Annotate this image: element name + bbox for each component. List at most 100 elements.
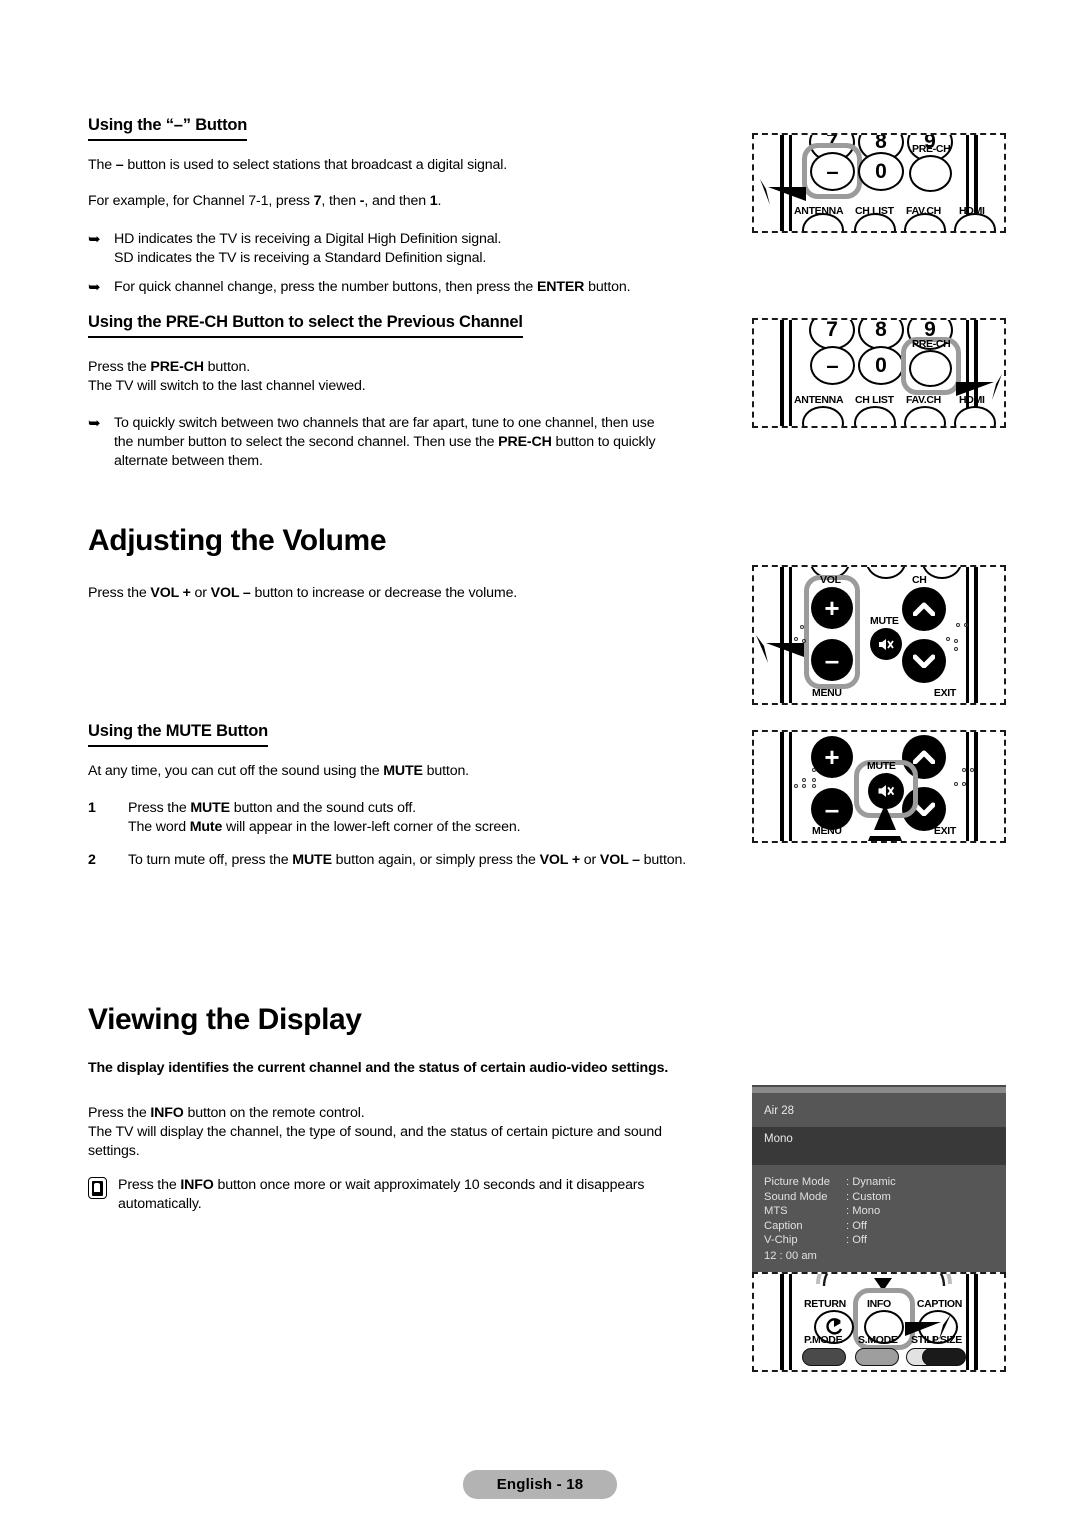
page-number-badge: English - 18	[462, 1470, 618, 1499]
remote-label-menu: MENU	[812, 687, 842, 699]
remote-key-0[interactable]: 0	[858, 346, 904, 388]
text-fragment: the number button to select the second c…	[114, 434, 499, 450]
text-fragment: button on the remote control.	[183, 1105, 365, 1121]
text-fragment-bold: INFO	[180, 1177, 214, 1193]
note-text: Press the INFO button once more or wait …	[118, 1176, 644, 1214]
osd-row-key: Caption	[764, 1219, 803, 1232]
remote-edge-line	[974, 732, 978, 841]
volume-paragraph: Press the VOL + or VOL – button to incre…	[88, 584, 738, 603]
text-fragment: Press the	[128, 800, 191, 816]
text-fragment: button to increase or decrease the volum…	[250, 585, 518, 601]
remote-key-smode[interactable]	[855, 1348, 899, 1366]
remote-edge-line	[780, 1274, 784, 1370]
remote-key-favch[interactable]	[904, 406, 946, 426]
remote-label-favch: FAV.CH	[906, 394, 941, 406]
osd-top-bar	[752, 1085, 1006, 1093]
remote-edge-line	[974, 567, 978, 703]
heading-mute-button: Using the MUTE Button	[88, 722, 268, 747]
text-fragment-bold: MUTE	[292, 852, 332, 868]
section-viewing-display: Viewing the Display The display identifi…	[88, 1003, 738, 1214]
remote-label-psize: P.SIZE	[931, 1334, 962, 1346]
remote-label-info: INFO	[867, 1298, 891, 1310]
remote-key-minus[interactable]: –	[810, 152, 855, 194]
text-fragment: For example, for Channel 7-1, press	[88, 193, 314, 209]
remote-key-mute[interactable]	[870, 628, 902, 660]
text-fragment: button.	[639, 852, 687, 868]
text-fragment: Press the	[88, 585, 151, 601]
osd-settings-list: Picture Mode : Dynamic Sound Mode : Cust…	[752, 1165, 1006, 1264]
remote-key-hdmi[interactable]	[954, 406, 996, 426]
list-number: 1	[88, 800, 96, 816]
text-fragment: .	[437, 193, 442, 209]
remote-key-psize[interactable]	[922, 1348, 966, 1366]
osd-row-value: : Mono	[846, 1205, 881, 1217]
mute-speaker-icon	[878, 785, 894, 797]
remote-key-pmode[interactable]	[802, 1348, 846, 1366]
text-fragment-bold: ENTER	[536, 279, 585, 295]
section-minus-button: Using the “–” Button The – button is use…	[88, 116, 738, 297]
remote-key-0[interactable]: 0	[858, 152, 904, 194]
arrow-bullet-icon: ➥	[88, 414, 101, 432]
text-fragment: button is used to select stations that b…	[123, 157, 508, 173]
minus-paragraph-2: For example, for Channel 7-1, press 7, t…	[88, 192, 738, 211]
remote-key-partial	[866, 567, 906, 579]
osd-row-value: : Dynamic	[846, 1176, 896, 1188]
remote-edge-line	[789, 732, 792, 841]
remote-label-exit: EXIT	[933, 687, 956, 699]
remote-key-vol-up[interactable]: +	[811, 736, 853, 778]
osd-row: Picture Mode : Dynamic	[764, 1175, 994, 1190]
osd-channel: Air 28	[764, 1105, 795, 1117]
remote-key-vol-up[interactable]: +	[811, 587, 853, 629]
remote-key-ch-down[interactable]	[902, 639, 946, 683]
remote-key-minus[interactable]: –	[810, 346, 855, 388]
section-prech-button: Using the PRE-CH Button to select the Pr…	[88, 313, 738, 471]
remote-edge-line	[966, 732, 969, 841]
text-fragment-bold: MUTE	[383, 763, 423, 779]
remote-key-partial	[922, 567, 962, 579]
numbered-text: To turn mute off, press the MUTE button …	[128, 851, 686, 870]
text-fragment: button.	[584, 279, 631, 295]
remote-label-mute: MUTE	[867, 760, 896, 772]
remote-key-prech[interactable]	[909, 350, 952, 390]
text-fragment: To quickly switch between two channels t…	[114, 415, 655, 431]
text-fragment: Press the	[118, 1177, 181, 1193]
text-fragment-bold: VOL +	[539, 852, 581, 868]
heading-viewing-display: Viewing the Display	[88, 1003, 362, 1036]
text-fragment: button.	[203, 359, 251, 375]
remote-key-prech[interactable]	[909, 155, 952, 195]
text-fragment: button.	[422, 763, 470, 779]
section-mute-button: Using the MUTE Button At any time, you c…	[88, 722, 738, 870]
osd-clock: 12 : 00 am	[764, 1249, 817, 1262]
numbered-item: 1 Press the MUTE button and the sound cu…	[88, 799, 738, 837]
osd-row-value: : Custom	[846, 1190, 891, 1203]
section-adjusting-volume: Adjusting the Volume Press the VOL + or …	[88, 524, 738, 603]
text-fragment-bold: INFO	[150, 1105, 184, 1121]
osd-row-key: Sound Mode	[764, 1190, 828, 1203]
pointer-arrow-up-icon	[868, 804, 902, 841]
remote-key-antenna[interactable]	[802, 406, 844, 426]
remote-diagram-prech-key: 7 8 9 – 0 PRE-CH ANTENNA CH LIST FAV.CH …	[752, 318, 1006, 428]
remote-label-smode: S.MODE	[858, 1334, 898, 1346]
remote-label-chlist: CH LIST	[855, 394, 894, 406]
text-fragment-bold: VOL –	[599, 852, 640, 868]
text-fragment: button once more or wait approximately 1…	[213, 1177, 645, 1193]
remote-key-ch-up[interactable]	[902, 587, 946, 631]
text-fragment-bold: –	[115, 157, 124, 173]
remote-label-prech: PRE-CH	[912, 143, 951, 155]
text-fragment: button and the sound cuts off.	[229, 800, 416, 816]
remote-key-vol-down[interactable]: –	[811, 639, 853, 681]
text-fragment: button again, or simply press the	[331, 852, 540, 868]
remote-key-vol-down[interactable]: –	[811, 788, 853, 830]
text-fragment: alternate between them.	[114, 453, 263, 469]
page-footer: English - 18	[0, 1470, 1080, 1499]
bullet-text: For quick channel change, press the numb…	[114, 278, 631, 297]
remote-label-exit: EXIT	[933, 825, 956, 837]
bullet-text: HD indicates the TV is receiving a Digit…	[114, 230, 501, 268]
text-fragment: Press the	[88, 1105, 151, 1121]
remote-label-vol: VOL	[820, 574, 841, 586]
text-fragment: settings.	[88, 1143, 140, 1159]
arrow-bullet-icon: ➥	[88, 278, 101, 296]
remote-edge-line	[789, 1274, 792, 1370]
remote-edge-line	[780, 732, 784, 841]
remote-key-chlist[interactable]	[854, 406, 896, 426]
